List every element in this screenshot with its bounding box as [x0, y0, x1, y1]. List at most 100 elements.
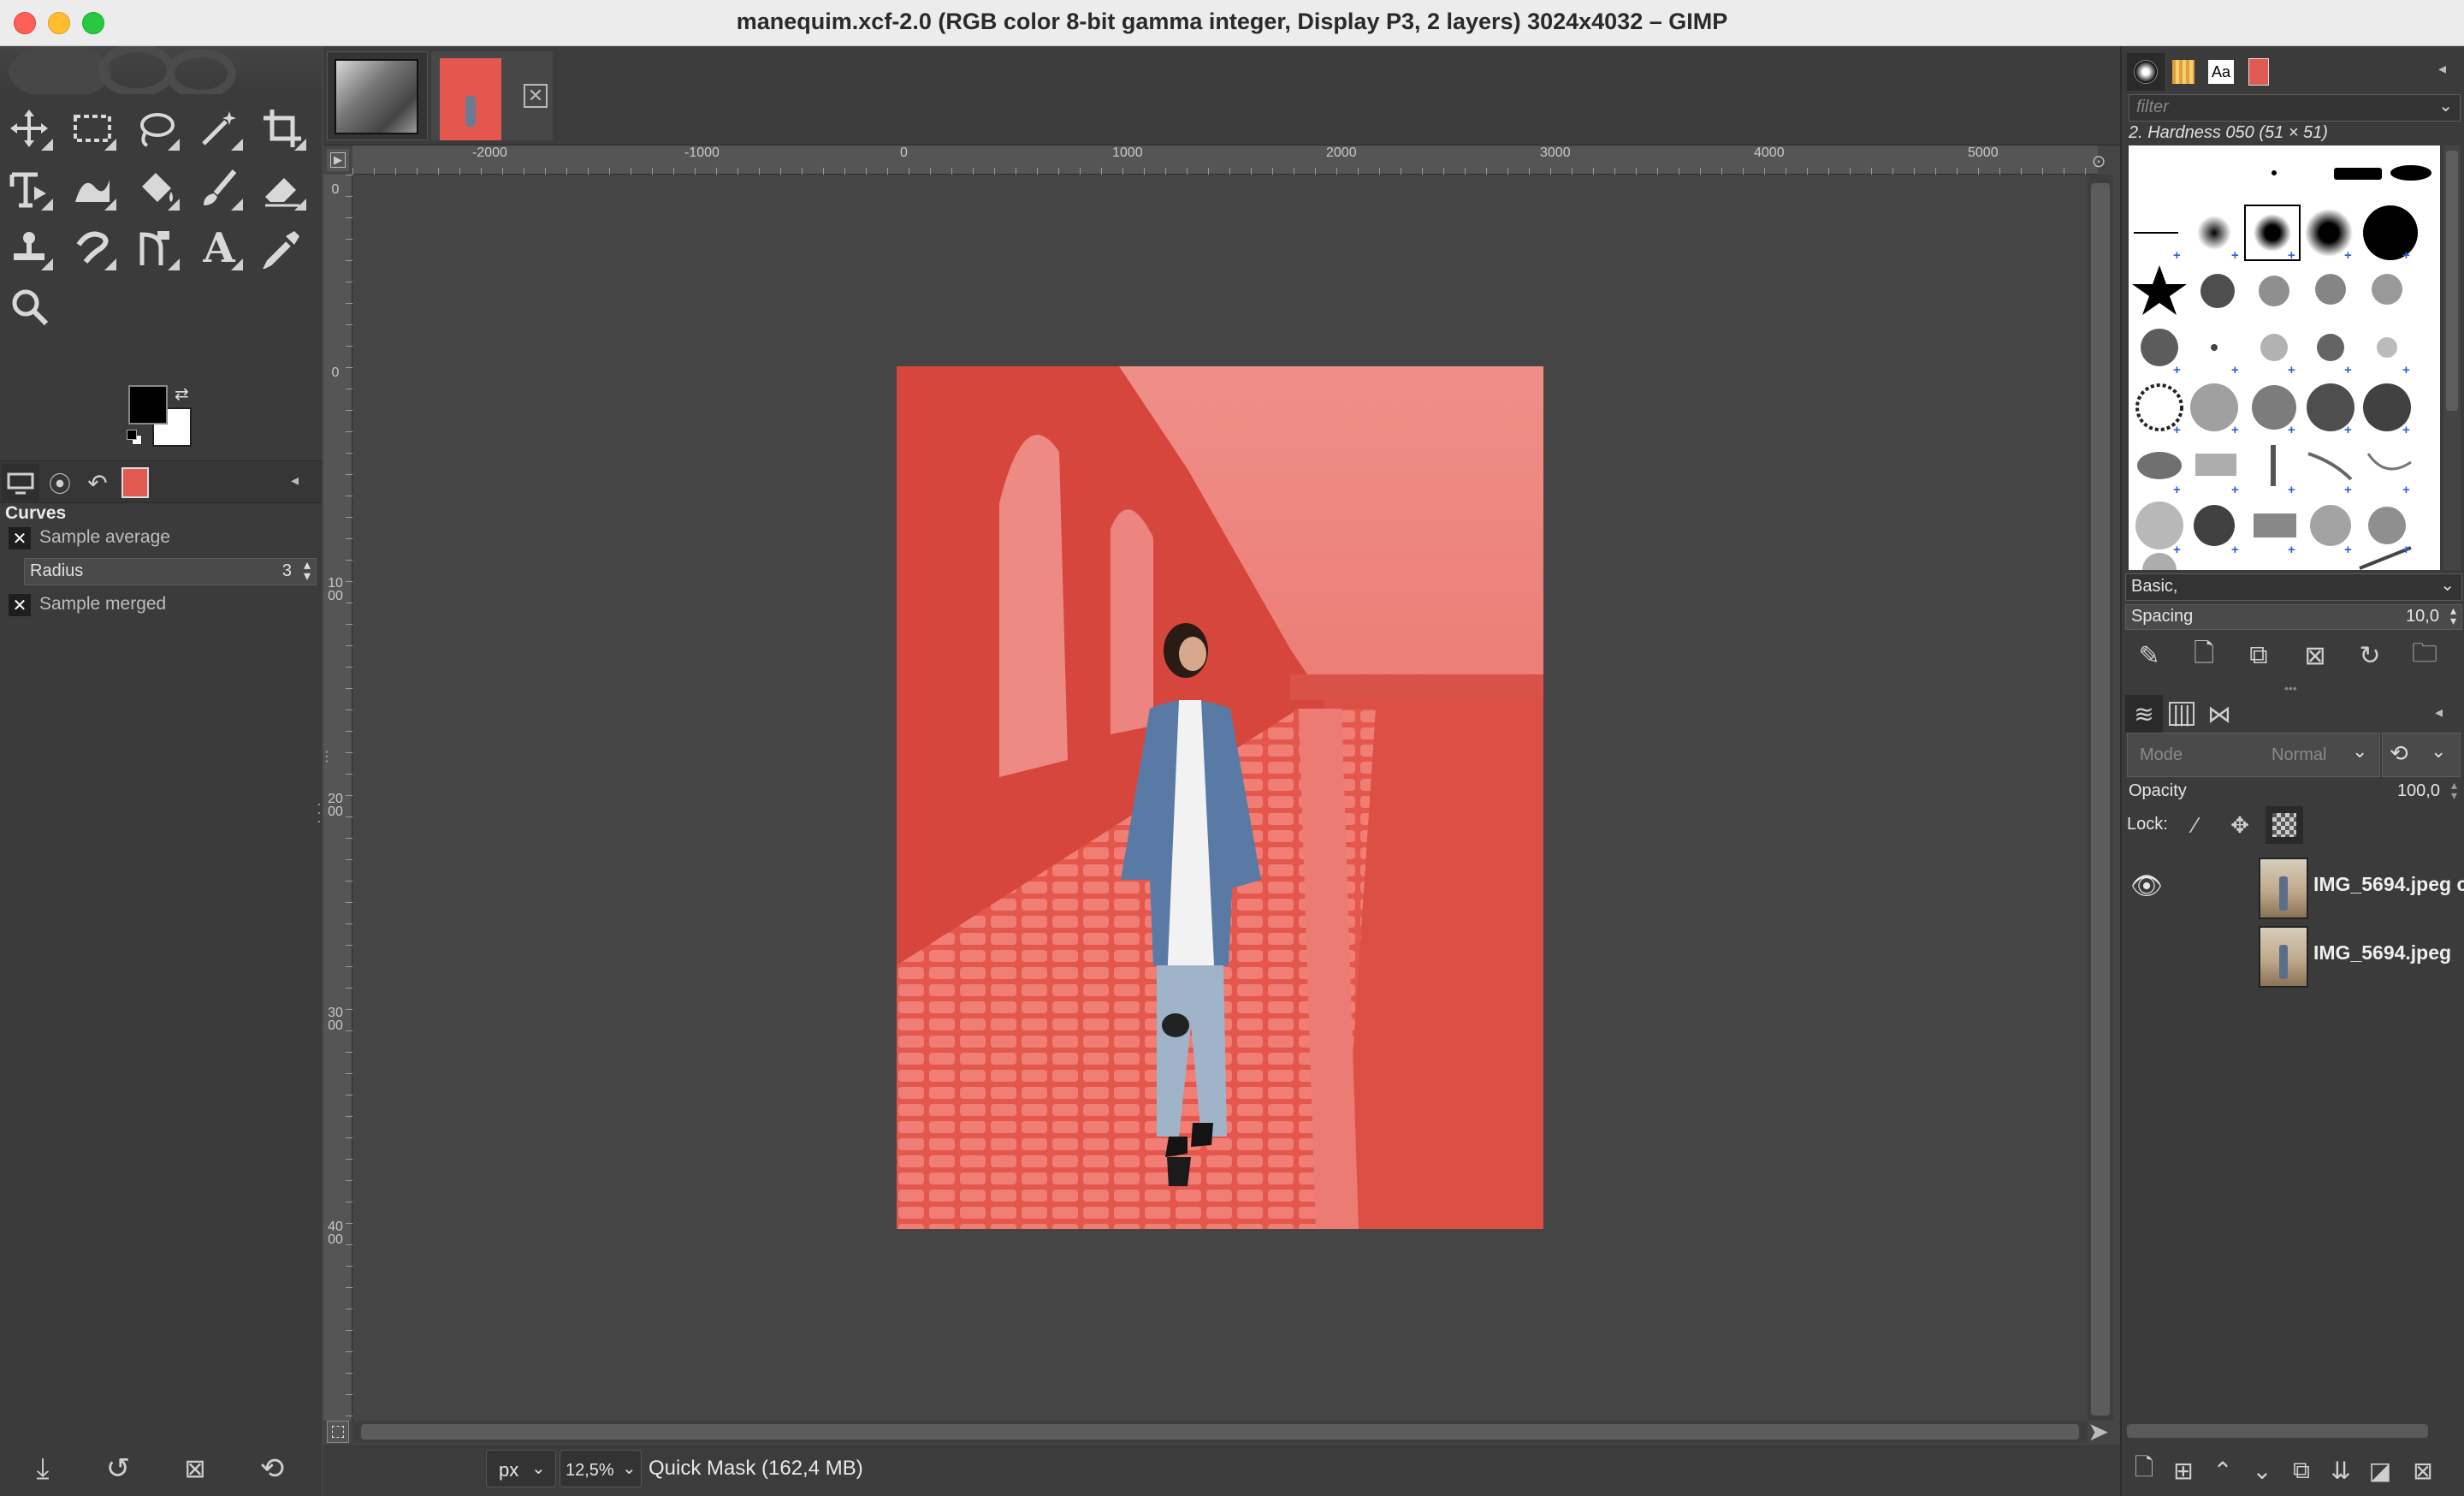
sample-average-checkbox[interactable]: ✕	[9, 527, 31, 549]
patterns-tab[interactable]	[2165, 53, 2202, 91]
device-status-tab[interactable]: ⦿	[41, 464, 79, 502]
delete-layer-button[interactable]: ⊠	[2404, 1451, 2442, 1489]
raise-layer-button[interactable]: ⌃	[2204, 1451, 2242, 1489]
image-tab-2-active[interactable]: ✕	[431, 51, 553, 140]
brush-tag-dropdown[interactable]: Basic, ⌄	[2125, 573, 2462, 601]
configure-tab-icon[interactable]: ◂	[291, 472, 299, 490]
duplicate-brush-button[interactable]: ⧉	[2240, 637, 2277, 674]
add-mask-button[interactable]: ◪	[2361, 1451, 2399, 1489]
lock-alpha-button[interactable]	[2266, 806, 2303, 844]
layers-scrollbar-thumb[interactable]	[2127, 1424, 2428, 1438]
lower-layer-button[interactable]: ⌄	[2243, 1451, 2281, 1489]
new-layer-button[interactable]: 🗋	[2125, 1451, 2163, 1489]
wilber-logo-icon	[9, 46, 236, 94]
vertical-scrollbar-thumb[interactable]	[2091, 183, 2110, 1416]
unit-dropdown[interactable]: px ⌄	[486, 1450, 556, 1487]
delete-brush-button[interactable]: ⊠	[2296, 637, 2334, 674]
edit-brush-button[interactable]: ✎	[2130, 637, 2168, 674]
vertical-ruler[interactable]: 0 0 1000 2000 3000 4000	[323, 175, 352, 1421]
spinner-arrows-icon[interactable]: ▴ ▾	[304, 559, 311, 584]
navigate-image-icon[interactable]: ➤	[2088, 1417, 2109, 1447]
new-layer-group-button[interactable]: ⊞	[2165, 1451, 2202, 1489]
opacity-spinner[interactable]: Opacity 100,0 ▴ ▾	[2123, 779, 2462, 804]
layers-horizontal-scrollbar[interactable]	[2125, 1421, 2461, 1441]
color-picker-tool-button[interactable]	[255, 221, 310, 276]
spinner-arrows-icon[interactable]: ▴ ▾	[2451, 779, 2457, 801]
lock-pixels-button[interactable]: ⁄	[2178, 808, 2212, 842]
zoom-dropdown[interactable]: 12,5% ⌄	[560, 1450, 642, 1487]
layer-row[interactable]: 👁 IMG_5694.jpeg copy	[2122, 852, 2464, 921]
quick-menu-button[interactable]: ▶	[327, 149, 349, 171]
brush-grid-scrollbar-thumb[interactable]	[2446, 151, 2458, 411]
horizontal-ruler[interactable]: -2000 -1000 0 1000 2000 3000 4000 5000	[352, 145, 2098, 175]
dock-resize-handle[interactable]: · · ·	[317, 796, 322, 828]
document-history-tab[interactable]	[2240, 53, 2277, 91]
foreground-color-swatch[interactable]	[128, 385, 168, 424]
undo-history-tab[interactable]: ↶	[79, 464, 116, 502]
toggle-quick-mask-button[interactable]	[327, 1421, 349, 1443]
images-tab[interactable]	[116, 464, 154, 502]
move-tool-button[interactable]	[2, 101, 56, 156]
spinner-arrows-icon[interactable]: ▴ ▾	[2450, 604, 2456, 626]
new-brush-button[interactable]: 🗋	[2185, 637, 2223, 674]
image-tab-1[interactable]	[327, 51, 428, 140]
brush-grid-scrollbar[interactable]	[2443, 145, 2461, 570]
radius-spinner[interactable]: Radius 3 ▴ ▾	[24, 558, 317, 585]
merge-layer-button[interactable]: ⇊	[2322, 1451, 2360, 1489]
configure-tab-icon[interactable]: ◂	[2435, 703, 2443, 721]
free-select-tool-button[interactable]	[128, 101, 183, 156]
ruler-tick	[1700, 168, 1701, 175]
channels-icon: |||	[2168, 702, 2195, 726]
visibility-eye-icon[interactable]: 👁	[2130, 871, 2163, 901]
fonts-tab[interactable]: Aa	[2202, 53, 2240, 91]
smudge-tool-button[interactable]	[65, 221, 120, 276]
horizontal-scrollbar[interactable]	[352, 1421, 2088, 1443]
tool-options-tab[interactable]	[2, 464, 39, 502]
rect-select-tool-button[interactable]	[65, 101, 120, 156]
brush-filter-input[interactable]: filter ⌄	[2129, 94, 2461, 122]
layer-row[interactable]: IMG_5694.jpeg	[2122, 921, 2464, 989]
paths-tab[interactable]: ⋈	[2200, 695, 2238, 733]
reset-tool-options-button[interactable]: ⟲	[253, 1450, 291, 1487]
fuzzy-select-tool-button[interactable]	[192, 101, 246, 156]
zoom-image-when-window-size-changes-icon[interactable]: ⊙	[2086, 151, 2112, 173]
ruler-tick	[1614, 168, 1615, 175]
open-brush-as-image-button[interactable]: 🗀	[2406, 637, 2443, 674]
text-tool-button[interactable]: A	[192, 221, 246, 276]
channels-tab[interactable]: |||	[2163, 695, 2200, 733]
brushes-tab[interactable]	[2127, 53, 2165, 91]
crop-tool-button[interactable]	[255, 101, 310, 156]
transform-tool-button[interactable]	[2, 161, 56, 216]
eraser-tool-button[interactable]	[255, 161, 310, 216]
sample-merged-checkbox[interactable]: ✕	[9, 594, 31, 616]
default-colors-icon[interactable]	[127, 430, 142, 445]
paintbrush-tool-button[interactable]	[192, 161, 246, 216]
canvas-viewport[interactable]	[352, 175, 2088, 1421]
visibility-toggle[interactable]	[2130, 940, 2156, 965]
ruler-tick	[346, 324, 352, 325]
brush-grid[interactable]: + + + + + + + + + + + + + + + + + + + + …	[2129, 145, 2440, 570]
layer-mode-dropdown[interactable]: Mode Normal ⌄	[2127, 733, 2380, 777]
horizontal-scrollbar-thumb[interactable]	[361, 1424, 2079, 1440]
brush-spacing-spinner[interactable]: Spacing 10,0 ▴ ▾	[2125, 604, 2462, 630]
composite-mode-dropdown[interactable]: ⟲ ⌄	[2382, 733, 2461, 777]
clone-tool-button[interactable]	[2, 221, 56, 276]
save-tool-preset-button[interactable]: ⤓	[24, 1450, 62, 1487]
swap-colors-icon[interactable]: ⇄	[175, 383, 189, 405]
layers-tab[interactable]: ≋	[2125, 695, 2163, 733]
refresh-brushes-button[interactable]: ↻	[2351, 637, 2389, 674]
duplicate-layer-button[interactable]: ⧉	[2283, 1451, 2320, 1489]
close-tab-icon[interactable]: ✕	[524, 84, 548, 108]
lock-position-button[interactable]: ✥	[2223, 808, 2257, 842]
image-tab-1-thumbnail	[335, 59, 418, 134]
restore-tool-preset-button[interactable]: ↺	[99, 1450, 137, 1487]
delete-tool-preset-button[interactable]: ⊠	[176, 1450, 214, 1487]
paths-tool-button[interactable]	[128, 221, 183, 276]
bucket-fill-tool-button[interactable]	[128, 161, 183, 216]
zoom-tool-button[interactable]	[2, 279, 56, 334]
left-dock-separator-handle[interactable]: ⋮	[320, 751, 334, 764]
chevron-down-icon[interactable]: ⌄	[2438, 95, 2453, 116]
configure-tab-icon[interactable]: ◂	[2438, 60, 2446, 78]
warp-tool-button[interactable]	[65, 161, 120, 216]
vertical-scrollbar[interactable]	[2088, 175, 2113, 1421]
